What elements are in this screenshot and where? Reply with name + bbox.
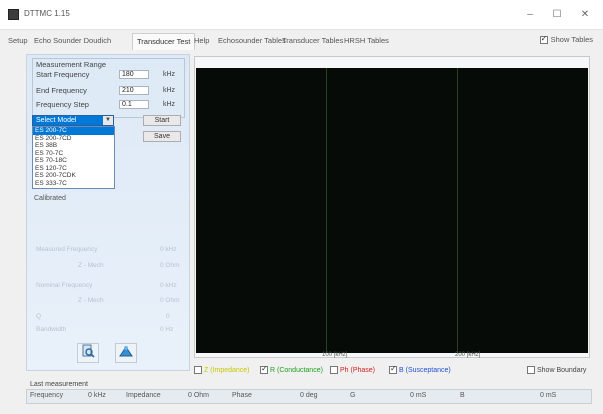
nominal-frequency-label: Nominal Frequency [36, 282, 93, 289]
tab-echo-sounder[interactable]: Echo Sounder Doudich [34, 36, 111, 45]
status-g-label: G [350, 392, 356, 399]
end-frequency-unit: kHz [163, 87, 176, 94]
maximize-button[interactable]: ☐ [545, 6, 569, 24]
measurement-range-title: Measurement Range [36, 60, 107, 69]
dropdown-option[interactable]: ES 120-7C [33, 165, 114, 173]
status-impedance-label: Impedance [126, 392, 161, 399]
transducer-model-select[interactable]: Select Model [32, 115, 114, 126]
grid-line [326, 68, 327, 353]
impedance-plot[interactable] [196, 68, 588, 353]
dropdown-option[interactable]: ES 38B [33, 142, 114, 150]
legend-label: R (Conductance) [270, 366, 323, 374]
legend-impedance[interactable]: Z (Impedance) [194, 366, 250, 374]
dropdown-option[interactable]: ES 333-7C [33, 180, 114, 188]
conductance-checkbox[interactable] [260, 364, 268, 374]
show-tables-label: Show Tables [550, 35, 593, 44]
status-b-label: B [460, 392, 465, 399]
chevron-down-icon[interactable]: ▼ [103, 116, 113, 125]
search-doc-icon[interactable] [77, 343, 99, 363]
status-g-value: 0 mS [410, 392, 427, 399]
transducer-model-dropdown: ES 200-7C ES 200-7CD ES 38B ES 70-7C ES … [32, 126, 115, 189]
status-impedance-value: 0 Ohm [188, 392, 210, 399]
status-frequency-label: Frequency [30, 392, 64, 399]
start-frequency-input[interactable]: 180 [119, 70, 149, 79]
phase-checkbox[interactable] [330, 366, 338, 374]
grid-line [457, 68, 458, 353]
z-mech-value-2: 0 Ohm [160, 297, 180, 304]
frequency-step-input[interactable]: 0.1 [119, 100, 149, 109]
measured-frequency-value: 0 kHz [160, 246, 177, 253]
status-frequency-value: 0 kHz [88, 392, 106, 399]
q-label: Q [36, 313, 42, 320]
susceptance-checkbox[interactable] [389, 364, 397, 374]
frequency-step-label: Frequency Step [36, 100, 89, 109]
z-mech-label-2: Z - Mech [78, 297, 104, 304]
tab-hrsh-tables[interactable]: HRSH Tables [344, 36, 389, 45]
legend-phase[interactable]: Ph (Phase) [330, 366, 375, 374]
impedance-checkbox[interactable] [194, 366, 202, 374]
frequency-step-unit: kHz [163, 101, 176, 108]
tab-echosounder-tables[interactable]: Echosounder Tables [218, 36, 286, 45]
bandwidth-value: 0 Hz [160, 326, 174, 333]
end-frequency-input[interactable]: 210 [119, 86, 149, 95]
q-value: 0 [166, 313, 170, 320]
tab-setup[interactable]: Setup [8, 36, 28, 45]
dropdown-option[interactable]: ES 200-7CDK [33, 172, 114, 180]
legend-conductance[interactable]: R (Conductance) [260, 364, 323, 374]
dropdown-option[interactable]: ES 70-18C [33, 157, 114, 165]
legend-susceptance[interactable]: B (Susceptance) [389, 364, 451, 374]
end-frequency-label: End Frequency [36, 86, 87, 95]
tab-transducer-tables[interactable]: Transducer Tables [282, 36, 343, 45]
x-axis-tick-label: 100 [kHz] [322, 352, 348, 358]
minimize-button[interactable]: – [518, 6, 542, 24]
z-mech-label: Z - Mech [78, 262, 104, 269]
dropdown-option[interactable]: ES 200-7CD [33, 135, 114, 143]
app-icon [8, 9, 19, 20]
x-axis-tick-label: 200 [kHz] [455, 352, 481, 358]
last-measurement-label: Last measurement [30, 381, 88, 388]
start-button[interactable]: Start [143, 115, 181, 126]
show-boundary-label: Show Boundary [537, 366, 587, 374]
z-mech-value: 0 Ohm [160, 262, 180, 269]
show-boundary-checkbox[interactable] [527, 366, 535, 374]
calibrated-label: Calibrated [34, 195, 66, 202]
status-phase-label: Phase [232, 392, 252, 399]
nominal-frequency-value: 0 kHz [160, 282, 177, 289]
window-title: DTTMC 1.15 [24, 9, 70, 18]
transducer-icon[interactable] [115, 343, 137, 363]
legend-label: B (Susceptance) [399, 366, 451, 374]
status-b-value: 0 mS [540, 392, 557, 399]
measured-frequency-label: Measured Frequency [36, 246, 98, 253]
start-frequency-label: Start Frequency [36, 70, 90, 79]
show-tables-checkbox[interactable] [539, 34, 548, 44]
title-bar [0, 0, 603, 30]
bandwidth-label: Bandwidth [36, 326, 67, 333]
tab-help[interactable]: Help [194, 36, 209, 45]
dropdown-option[interactable]: ES 70-7C [33, 150, 114, 158]
save-button[interactable]: Save [143, 131, 181, 142]
dropdown-option[interactable]: ES 200-7C [33, 127, 114, 135]
status-phase-value: 0 deg [300, 392, 318, 399]
show-tables-toggle[interactable]: Show Tables [539, 34, 593, 44]
close-button[interactable]: ✕ [573, 6, 597, 24]
tab-transducer-test[interactable]: Transducer Test [132, 33, 196, 50]
legend-label: Z (Impedance) [204, 366, 250, 374]
legend-label: Ph (Phase) [340, 366, 376, 374]
show-boundary-toggle[interactable]: Show Boundary [527, 366, 586, 374]
start-frequency-unit: kHz [163, 71, 176, 78]
